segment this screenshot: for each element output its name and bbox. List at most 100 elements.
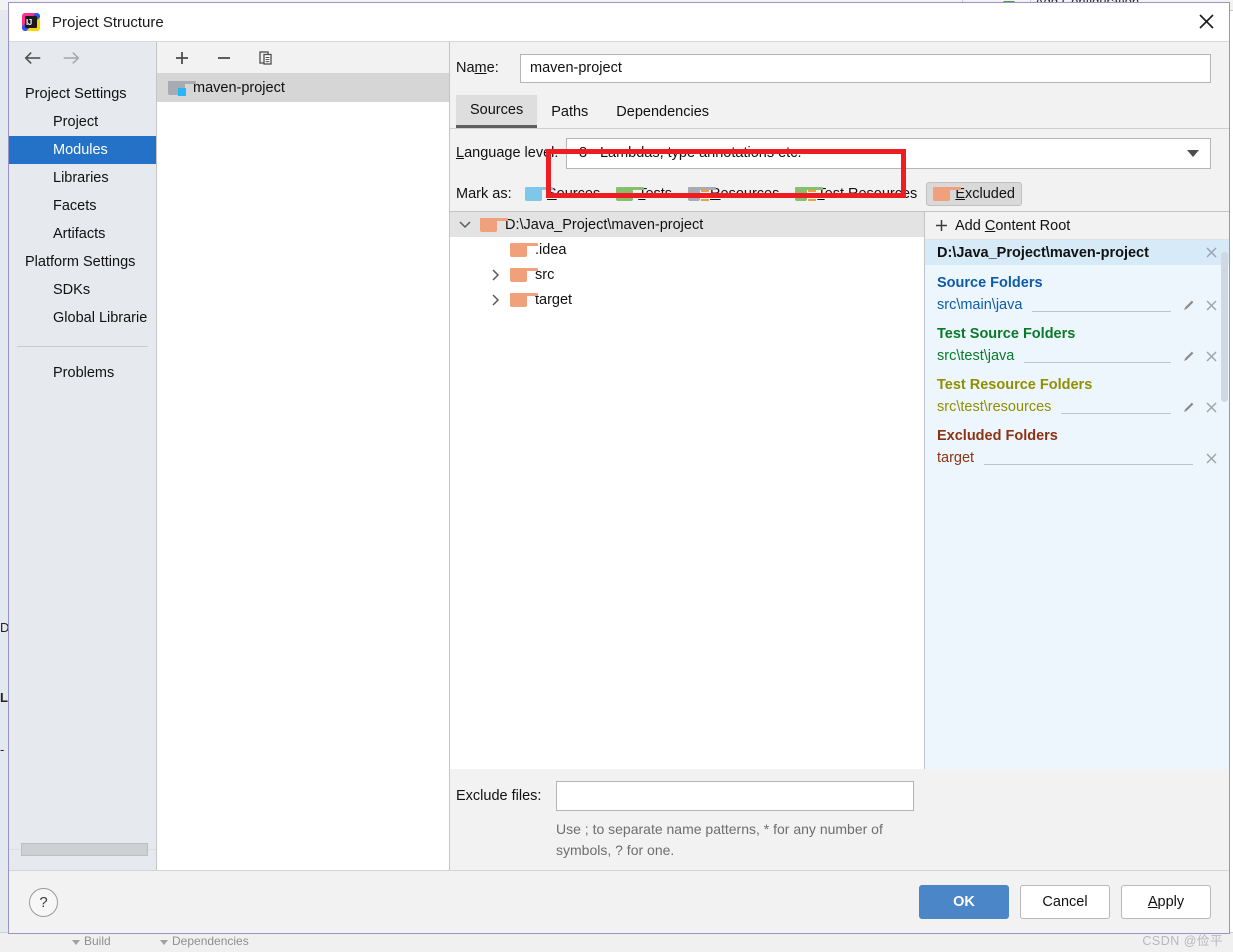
module-editor: Name: maven-project Sources Paths Depend… xyxy=(450,42,1229,870)
module-folder-icon xyxy=(168,81,196,96)
tree-toggle-expanded[interactable] xyxy=(450,220,480,229)
folder-excluded-icon xyxy=(933,187,962,201)
help-icon: ? xyxy=(39,893,48,911)
close-small-icon xyxy=(1205,247,1217,258)
remove-source-folder-button[interactable] xyxy=(1203,297,1219,313)
sidebar-group-platform-settings: Platform Settings xyxy=(25,254,136,270)
edit-source-folder-button[interactable] xyxy=(1181,297,1197,313)
copy-module-button[interactable] xyxy=(255,47,277,69)
folder-excluded-icon xyxy=(510,242,538,257)
pencil-icon xyxy=(1184,300,1194,310)
sidebar-item-modules[interactable]: Modules xyxy=(9,136,156,164)
remove-excluded-folder-button[interactable] xyxy=(1203,450,1219,466)
excluded-folder-path: target xyxy=(937,450,975,466)
test-source-folder-entry[interactable]: src\test\java xyxy=(937,345,1219,367)
dialog-body: Project Settings Project Modules Librari… xyxy=(9,42,1229,870)
folder-tests-icon xyxy=(616,187,645,201)
exclude-files-row: Exclude files: xyxy=(456,781,1211,812)
sidebar-hscrollbar[interactable] xyxy=(9,843,156,864)
tree-toggle-collapsed[interactable] xyxy=(480,293,510,306)
excluded-folder-entry[interactable]: target xyxy=(937,447,1219,469)
tab-paths[interactable]: Paths xyxy=(537,95,602,128)
module-list-item-maven-project[interactable]: maven-project xyxy=(157,74,449,102)
language-level-dropdown-button[interactable] xyxy=(1176,139,1210,168)
sidebar-item-problems[interactable]: Problems xyxy=(9,359,156,387)
test-source-folders-section: Test Source Folders src\test\java xyxy=(925,316,1229,367)
mark-as-excluded-button[interactable]: Excluded xyxy=(926,182,1022,206)
remove-content-root-button[interactable] xyxy=(1203,245,1219,261)
sidebar-item-project[interactable]: Project xyxy=(9,108,156,136)
test-resource-folders-title: Test Resource Folders xyxy=(937,377,1093,393)
tool-window-build[interactable]: Build xyxy=(84,934,111,948)
test-resource-folder-entry[interactable]: src\test\resources xyxy=(937,396,1219,418)
sidebar-item-libraries[interactable]: Libraries xyxy=(9,164,156,192)
sidebar-item-artifacts[interactable]: Artifacts xyxy=(9,220,156,248)
mark-as-resources-label: Resources xyxy=(710,186,780,202)
remove-test-resource-folder-button[interactable] xyxy=(1203,399,1219,415)
forward-button[interactable] xyxy=(61,48,81,68)
sidebar-list: Project Settings Project Modules Librari… xyxy=(9,74,156,870)
source-folders-title: Source Folders xyxy=(937,275,1043,291)
folder-excluded-icon xyxy=(480,217,508,232)
tree-toggle-collapsed[interactable] xyxy=(480,268,510,281)
chevron-down-icon[interactable] xyxy=(160,940,168,945)
exclude-files-input[interactable] xyxy=(556,781,914,812)
navigation-arrows xyxy=(9,42,156,74)
tab-sources[interactable]: Sources xyxy=(456,95,538,128)
module-name-value: maven-project xyxy=(530,60,622,76)
source-folder-entry[interactable]: src\main\java xyxy=(937,294,1219,316)
sidebar-group-project-settings: Project Settings xyxy=(25,86,127,102)
close-button[interactable] xyxy=(1183,3,1229,40)
tab-dependencies[interactable]: Dependencies xyxy=(602,95,723,128)
folder-test-resources-icon xyxy=(795,187,824,201)
tree-row[interactable]: src xyxy=(450,262,924,287)
arrow-left-icon xyxy=(24,51,41,65)
sidebar-item-sdks[interactable]: SDKs xyxy=(9,276,156,304)
language-level-combobox[interactable]: 8 - Lambdas, type annotations etc. xyxy=(566,137,1211,169)
sidebar-hscrollbar-thumb[interactable] xyxy=(21,843,148,856)
sidebar-item-facets[interactable]: Facets xyxy=(9,192,156,220)
exclude-files-hint-line1: Use ; to separate name patterns, * for a… xyxy=(556,821,816,838)
mark-as-test-resources-label: Test Resources xyxy=(817,186,918,202)
module-editor-tabs: Sources Paths Dependencies xyxy=(450,94,1229,129)
arrow-right-icon xyxy=(63,51,80,65)
edit-test-source-folder-button[interactable] xyxy=(1181,348,1197,364)
copy-icon xyxy=(259,50,272,65)
edit-test-resource-folder-button[interactable] xyxy=(1181,399,1197,415)
sidebar-item-global-libraries[interactable]: Global Librarie xyxy=(9,304,156,332)
apply-button[interactable]: Apply xyxy=(1121,885,1211,919)
mark-as-sources-button[interactable]: Sources xyxy=(518,182,607,206)
sidebar-divider xyxy=(17,346,148,347)
source-folders-section: Source Folders src\main\java xyxy=(925,265,1229,316)
ok-button[interactable]: OK xyxy=(919,885,1009,919)
remove-module-button[interactable] xyxy=(213,47,235,69)
mark-as-tests-button[interactable]: Tests xyxy=(609,182,679,206)
tree-row[interactable]: target xyxy=(450,287,924,312)
close-small-icon xyxy=(1205,350,1217,362)
content-roots-scrollbar-thumb[interactable] xyxy=(1221,252,1228,402)
cancel-button[interactable]: Cancel xyxy=(1020,885,1110,919)
mark-as-test-resources-button[interactable]: Test Resources xyxy=(788,182,924,206)
content-root-header[interactable]: D:\Java_Project\maven-project xyxy=(925,240,1229,265)
project-structure-dialog: IJ Project Structure Project Settings Pr… xyxy=(8,2,1230,934)
pencil-icon xyxy=(1184,402,1194,412)
mark-as-row: Mark as: Sources Tests Resources Test Re… xyxy=(450,177,1229,211)
language-level-label: Language level: xyxy=(456,145,559,161)
entry-rule xyxy=(1032,310,1171,312)
tree-row-label: .idea xyxy=(535,241,567,258)
content-tree[interactable]: D:\Java_Project\maven-project .idea src … xyxy=(450,212,925,770)
tool-window-dependencies[interactable]: Dependencies xyxy=(172,934,249,948)
add-module-button[interactable] xyxy=(171,47,193,69)
add-content-root-button[interactable]: Add Content Root xyxy=(925,212,1229,240)
remove-test-source-folder-button[interactable] xyxy=(1203,348,1219,364)
help-button[interactable]: ? xyxy=(29,887,58,917)
mark-as-resources-button[interactable]: Resources xyxy=(681,182,786,206)
mark-as-excluded-label: Excluded xyxy=(955,186,1015,202)
sources-panes: D:\Java_Project\maven-project .idea src … xyxy=(450,211,1229,770)
module-name-input[interactable]: maven-project xyxy=(520,53,1211,83)
chevron-down-icon[interactable] xyxy=(72,940,80,945)
folder-excluded-icon xyxy=(510,267,538,282)
tree-row[interactable]: .idea xyxy=(450,237,924,262)
back-button[interactable] xyxy=(23,48,43,68)
tree-row[interactable]: D:\Java_Project\maven-project xyxy=(450,212,924,237)
